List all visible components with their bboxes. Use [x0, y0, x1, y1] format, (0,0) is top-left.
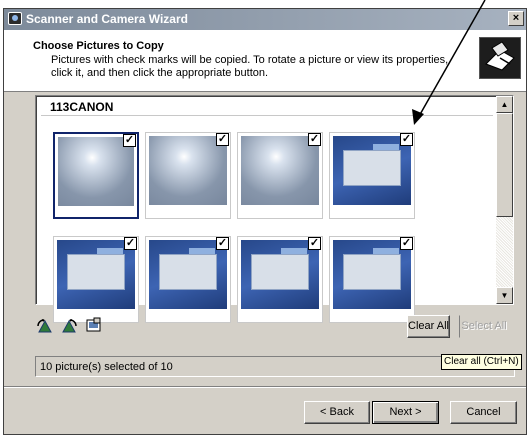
arrow-line — [417, 0, 486, 119]
annotation-arrow — [412, 0, 486, 125]
